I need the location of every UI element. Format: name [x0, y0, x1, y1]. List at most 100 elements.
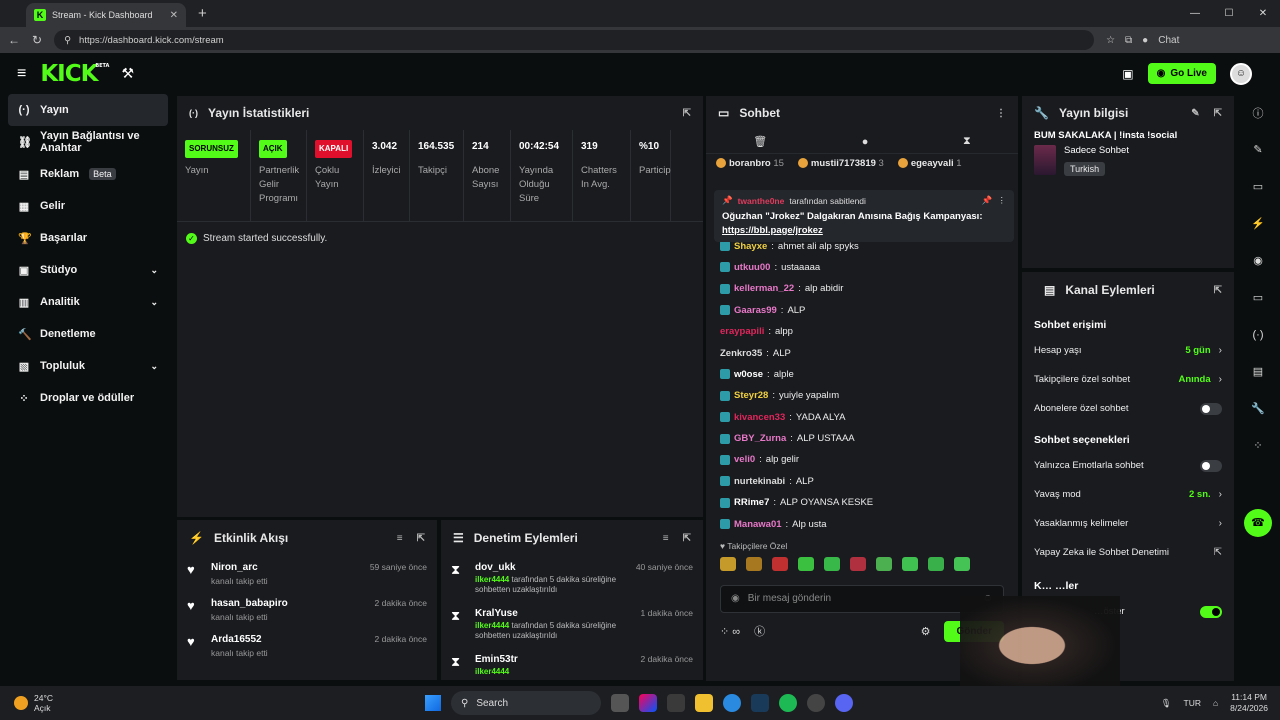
- minimize-icon[interactable]: —: [1178, 0, 1212, 27]
- chat-username[interactable]: GBY_Zurna: [734, 433, 786, 444]
- toggle-switch[interactable]: [1200, 402, 1222, 415]
- channel-action-row[interactable]: Yavaş mod 2 sn. ›: [1022, 480, 1234, 509]
- sidebar-item-5[interactable]: ▣ Stüdyo ⌄: [0, 254, 176, 286]
- broadcast-icon[interactable]: (·): [1236, 316, 1280, 353]
- emote-green5-icon[interactable]: [954, 556, 970, 571]
- popout-icon[interactable]: ⇱: [683, 533, 691, 544]
- chat-username[interactable]: eraypapili: [720, 326, 764, 337]
- store-icon[interactable]: [667, 694, 685, 712]
- channel-action-row[interactable]: Yalnızca Emotlarla sohbet: [1022, 451, 1234, 480]
- chat-username[interactable]: Zenkro35: [720, 348, 762, 359]
- feed-user[interactable]: Emin53tr: [475, 654, 631, 665]
- chevron-down-icon[interactable]: ⌄: [150, 297, 158, 308]
- more-options-icon[interactable]: ⋮: [996, 108, 1006, 119]
- sidebar-item-2[interactable]: ▤ Reklam Beta: [0, 158, 176, 190]
- feed-user[interactable]: dov_ukk: [475, 562, 626, 573]
- emote-green3-icon[interactable]: [902, 556, 918, 571]
- chat-username[interactable]: RRime7: [734, 497, 769, 508]
- sidebar-item-4[interactable]: 🏆 Başarılar: [0, 222, 176, 254]
- new-tab-button[interactable]: +: [198, 5, 207, 22]
- pinned-link[interactable]: https://bbl.page/jrokez: [722, 225, 823, 236]
- record-icon[interactable]: ◉: [1236, 242, 1280, 279]
- emote-green4-icon[interactable]: [928, 556, 944, 571]
- pin-toggle-icon[interactable]: 📌: [982, 195, 993, 206]
- clock[interactable]: 11:14 PM 8/24/2026: [1230, 692, 1268, 714]
- site-info-icon[interactable]: ⚲: [64, 35, 71, 46]
- chat-username[interactable]: utkuu00: [734, 262, 770, 273]
- edit-icon[interactable]: ✎: [1236, 131, 1280, 168]
- trash-icon[interactable]: 🗑: [753, 135, 767, 148]
- popout-icon[interactable]: ⇱: [1214, 108, 1222, 119]
- channel-action-row[interactable]: Hesap yaşı 5 gün ›: [1022, 336, 1234, 365]
- profile-icon[interactable]: ●: [1142, 35, 1148, 46]
- emote-gold-icon[interactable]: [746, 556, 762, 571]
- feed-user[interactable]: hasan_babapiro: [211, 598, 365, 609]
- hammer-icon[interactable]: ⚒: [121, 65, 134, 82]
- chat-username[interactable]: kivancen33: [734, 412, 785, 423]
- maximize-icon[interactable]: ☐: [1212, 0, 1246, 27]
- channel-action-row[interactable]: Abonelere özel sohbet: [1022, 394, 1234, 423]
- moderator-name[interactable]: ilker4444: [475, 575, 509, 584]
- chevron-down-icon[interactable]: ⌄: [150, 265, 158, 276]
- lightning-icon[interactable]: ⚡: [1236, 205, 1280, 242]
- chat-label[interactable]: Chat: [1158, 35, 1179, 46]
- chevron-down-icon[interactable]: ⌄: [150, 361, 158, 372]
- top-chatter[interactable]: egeayvali 1: [897, 158, 962, 169]
- chat-icon[interactable]: ▭: [1236, 279, 1280, 316]
- chat-username[interactable]: Shayxe: [734, 241, 767, 252]
- chat-username[interactable]: Steyr28: [734, 390, 768, 401]
- discord-icon[interactable]: [835, 694, 853, 712]
- network-icon[interactable]: ⌂: [1213, 698, 1218, 708]
- edit-icon[interactable]: ✎: [1191, 108, 1199, 119]
- chat-username[interactable]: Gaaras99: [734, 305, 777, 316]
- go-live-button[interactable]: ◉ Go Live: [1147, 63, 1216, 84]
- feed-user[interactable]: Niron_arc: [211, 562, 360, 573]
- copilot-icon[interactable]: [639, 694, 657, 712]
- chat-username[interactable]: veli0: [734, 454, 755, 465]
- url-field[interactable]: ⚲ https://dashboard.kick.com/stream: [54, 30, 1095, 50]
- points-icon[interactable]: ⁘ ∞: [720, 625, 740, 638]
- popout-icon[interactable]: ⇱: [417, 533, 425, 544]
- windows-start-icon[interactable]: [425, 695, 441, 711]
- chrome-icon[interactable]: [723, 694, 741, 712]
- chat-username[interactable]: w0ose: [734, 369, 763, 380]
- channel-action-row[interactable]: Takipçilere özel sohbet Anında ›: [1022, 365, 1234, 394]
- folder-icon[interactable]: [695, 694, 713, 712]
- language-indicator[interactable]: TUR: [1184, 698, 1201, 708]
- task-view-icon[interactable]: [611, 694, 629, 712]
- spotify-icon[interactable]: [779, 694, 797, 712]
- channel-action-row[interactable]: Yasaklanmış kelimeler ›: [1022, 509, 1234, 538]
- kick-k-icon[interactable]: ⓚ: [754, 623, 765, 639]
- weather-widget[interactable]: 24°C Açık: [14, 693, 53, 713]
- kick-logo[interactable]: KICK BETA: [40, 61, 109, 87]
- wrench-icon[interactable]: 🔧: [1236, 390, 1280, 427]
- sidebar-item-7[interactable]: 🔨 Denetleme: [0, 318, 176, 350]
- top-chatter[interactable]: mustii7173819 3: [797, 158, 884, 169]
- partial-row-toggle[interactable]: [1200, 605, 1222, 618]
- category-thumbnail[interactable]: [1034, 145, 1056, 175]
- emote-green-icon[interactable]: [798, 556, 814, 571]
- avatar[interactable]: ☺: [1230, 62, 1252, 85]
- emote-red2-icon[interactable]: [850, 556, 866, 571]
- mod-view-icon[interactable]: ▣: [1122, 67, 1133, 81]
- feed-user[interactable]: KralYuse: [475, 608, 631, 619]
- emote-crown-icon[interactable]: [720, 556, 736, 571]
- mic-icon[interactable]: 🎙: [1161, 698, 1172, 709]
- toggle-switch[interactable]: [1200, 459, 1222, 472]
- emote-red-icon[interactable]: [772, 556, 788, 571]
- filter-icon[interactable]: ≡: [663, 533, 669, 544]
- pin-more-icon[interactable]: ⋮: [998, 195, 1007, 206]
- back-icon[interactable]: ←: [8, 33, 20, 47]
- sidebar-item-8[interactable]: ▧ Topluluk ⌄: [0, 350, 176, 382]
- chat-username[interactable]: kellerman_22: [734, 283, 794, 294]
- emote-green2-icon[interactable]: [824, 556, 840, 571]
- top-chatter[interactable]: boranbro 15: [716, 158, 784, 169]
- channel-action-row[interactable]: Yapay Zeka ile Sohbet Denetimi ⇱: [1022, 538, 1234, 567]
- steam-icon[interactable]: [751, 694, 769, 712]
- browser-tab[interactable]: K Stream - Kick Dashboard ✕: [26, 3, 186, 27]
- channel-icon[interactable]: ▤: [1236, 353, 1280, 390]
- moderator-name[interactable]: ilker4444: [475, 621, 509, 630]
- extensions-icon[interactable]: ⧉: [1125, 35, 1132, 46]
- reload-icon[interactable]: ↻: [32, 33, 42, 47]
- sidebar-item-0[interactable]: (·) Yayın: [8, 94, 168, 126]
